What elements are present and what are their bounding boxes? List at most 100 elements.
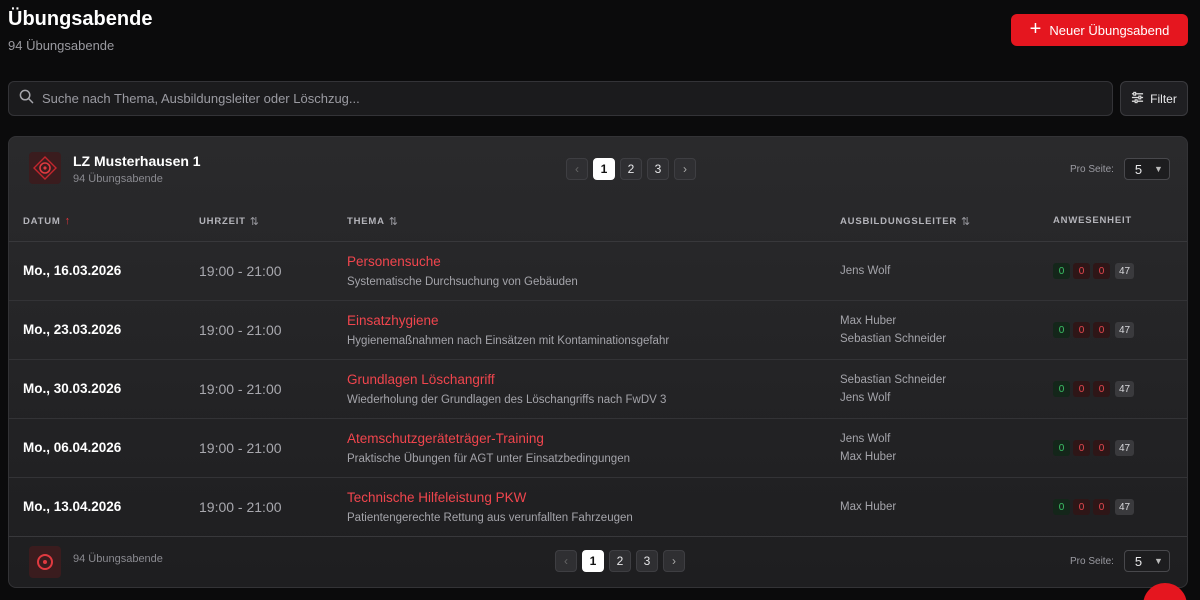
attendance-present-badge: 0 (1053, 381, 1070, 397)
table-row[interactable]: Mo., 13.04.2026 19:00 - 21:00 Technische… (9, 478, 1187, 537)
filter-button[interactable]: Filter (1120, 81, 1188, 116)
attendance-absent-badge: 0 (1093, 440, 1110, 456)
column-date-label: DATUM (23, 215, 61, 227)
attendance-excused-badge: 0 (1073, 263, 1090, 279)
row-lead-name: Sebastian Schneider (840, 374, 947, 386)
row-theme-title-link[interactable]: Technische Hilfeleistung PKW (347, 490, 633, 505)
table-row[interactable]: Mo., 30.03.2026 19:00 - 21:00 Grundlagen… (9, 360, 1187, 419)
attendance-excused-badge: 0 (1073, 499, 1090, 515)
card-header: LZ Musterhausen 1 94 Übungsabende ‹ 1 2 … (9, 137, 1187, 201)
chevron-down-icon: ▼ (1154, 556, 1163, 566)
table-row[interactable]: Mo., 06.04.2026 19:00 - 21:00 Atemschutz… (9, 419, 1187, 478)
next-page-button[interactable]: › (663, 550, 685, 572)
row-theme-description: Systematische Durchsuchung von Gebäuden (347, 276, 578, 288)
per-page-select[interactable]: 5 ▼ (1123, 158, 1170, 180)
page-3-button[interactable]: 3 (647, 158, 669, 180)
chevron-down-icon: ▼ (1154, 164, 1163, 174)
unit-name: LZ Musterhausen 1 (73, 153, 201, 169)
page-1-button[interactable]: 1 (582, 550, 604, 572)
page-title: Übungsabende (8, 8, 153, 30)
row-theme-description: Praktische Übungen für AGT unter Einsatz… (347, 453, 630, 465)
attendance-total-badge: 47 (1115, 440, 1135, 456)
unit-count: 94 Übungsabende (73, 173, 163, 185)
row-leads: Max Huber Sebastian Schneider (840, 312, 946, 348)
attendance-total-badge: 47 (1115, 381, 1135, 397)
column-header-attendance: ANWESENHEIT (1053, 215, 1132, 226)
column-header-date[interactable]: DATUM ↑ (23, 215, 71, 227)
search-box[interactable] (8, 81, 1113, 116)
plus-icon: + (1029, 18, 1042, 40)
row-time: 19:00 - 21:00 (199, 263, 282, 279)
attendance-absent-badge: 0 (1093, 381, 1110, 397)
row-theme-description: Hygienemaßnahmen nach Einsätzen mit Kont… (347, 335, 670, 347)
table-row[interactable]: Mo., 16.03.2026 19:00 - 21:00 Personensu… (9, 242, 1187, 301)
row-lead-name: Max Huber (840, 451, 897, 463)
row-time: 19:00 - 21:00 (199, 322, 282, 338)
column-theme-label: THEMA (347, 216, 385, 227)
row-date: Mo., 30.03.2026 (23, 381, 122, 396)
page-1-button[interactable]: 1 (593, 158, 615, 180)
row-theme-title-link[interactable]: Grundlagen Löschangriff (347, 372, 666, 387)
prev-page-button[interactable]: ‹ (566, 158, 588, 180)
attendance-absent-badge: 0 (1093, 263, 1110, 279)
row-theme-description: Wiederholung der Grundlagen des Löschang… (347, 394, 667, 406)
row-theme: Personensuche Systematische Durchsuchung… (347, 254, 578, 288)
row-attendance: 0 0 0 47 (1053, 322, 1135, 338)
new-training-button[interactable]: + Neuer Übungsabend (1011, 14, 1188, 46)
row-leads: Max Huber (840, 498, 896, 516)
prev-page-button[interactable]: ‹ (555, 550, 577, 572)
row-time: 19:00 - 21:00 (199, 381, 282, 397)
pagination-top: ‹ 1 2 3 › (566, 158, 696, 180)
per-page-value: 5 (1134, 161, 1143, 177)
row-theme-title-link[interactable]: Personensuche (347, 254, 578, 269)
attendance-present-badge: 0 (1053, 440, 1070, 456)
row-attendance: 0 0 0 47 (1053, 381, 1135, 397)
page-2-button[interactable]: 2 (609, 550, 631, 572)
row-lead-name: Jens Wolf (840, 265, 891, 277)
attendance-absent-badge: 0 (1093, 499, 1110, 515)
search-input[interactable] (42, 91, 1042, 106)
attendance-present-badge: 0 (1053, 263, 1070, 279)
attendance-present-badge: 0 (1053, 499, 1070, 515)
attendance-excused-badge: 0 (1073, 440, 1090, 456)
attendance-total-badge: 47 (1115, 263, 1135, 279)
page-header: Übungsabende 94 Übungsabende + Neuer Übu… (8, 6, 1188, 66)
row-leads: Sebastian Schneider Jens Wolf (840, 371, 946, 407)
row-lead-name: Jens Wolf (840, 392, 891, 404)
row-theme-title-link[interactable]: Atemschutzgeräteträger-Training (347, 431, 630, 446)
new-training-label: Neuer Übungsabend (1049, 22, 1170, 38)
attendance-total-badge: 47 (1115, 499, 1135, 515)
unit-logo-icon (29, 546, 61, 578)
column-time-label: UHRZEIT (199, 216, 246, 227)
attendance-total-badge: 47 (1115, 322, 1135, 338)
search-row: Filter (8, 81, 1188, 116)
sort-icon: ⇅ (249, 216, 260, 228)
next-page-button[interactable]: › (674, 158, 696, 180)
search-icon (19, 89, 34, 109)
per-page-select[interactable]: 5 ▼ (1123, 550, 1170, 572)
attendance-excused-badge: 0 (1073, 381, 1090, 397)
filter-label: Filter (1150, 91, 1177, 106)
row-lead-name: Sebastian Schneider (840, 333, 947, 345)
page-3-button[interactable]: 3 (636, 550, 658, 572)
trainings-card: LZ Musterhausen 1 94 Übungsabende ‹ 1 2 … (8, 136, 1188, 588)
sort-icon: ⇅ (388, 216, 399, 228)
row-attendance: 0 0 0 47 (1053, 499, 1135, 515)
per-page-value: 5 (1134, 553, 1143, 569)
row-leads: Jens Wolf Max Huber (840, 430, 896, 466)
sliders-icon (1131, 91, 1144, 107)
footer-count: 94 Übungsabende (73, 553, 163, 565)
table-row[interactable]: Mo., 23.03.2026 19:00 - 21:00 Einsatzhyg… (9, 301, 1187, 360)
row-time: 19:00 - 21:00 (199, 499, 282, 515)
row-date: Mo., 06.04.2026 (23, 440, 122, 455)
column-header-time[interactable]: UHRZEIT ⇅ (199, 215, 260, 228)
row-theme-title-link[interactable]: Einsatzhygiene (347, 313, 669, 328)
per-page-bottom: Pro Seite: 5 ▼ (1070, 550, 1170, 572)
column-header-lead[interactable]: AUSBILDUNGSLEITER ⇅ (840, 215, 971, 228)
page-2-button[interactable]: 2 (620, 158, 642, 180)
sort-icon: ⇅ (961, 216, 972, 228)
row-attendance: 0 0 0 47 (1053, 440, 1135, 456)
pagination-bottom: ‹ 1 2 3 › (555, 550, 685, 572)
row-theme: Technische Hilfeleistung PKW Patientenge… (347, 490, 633, 524)
column-header-theme[interactable]: THEMA ⇅ (347, 215, 399, 228)
